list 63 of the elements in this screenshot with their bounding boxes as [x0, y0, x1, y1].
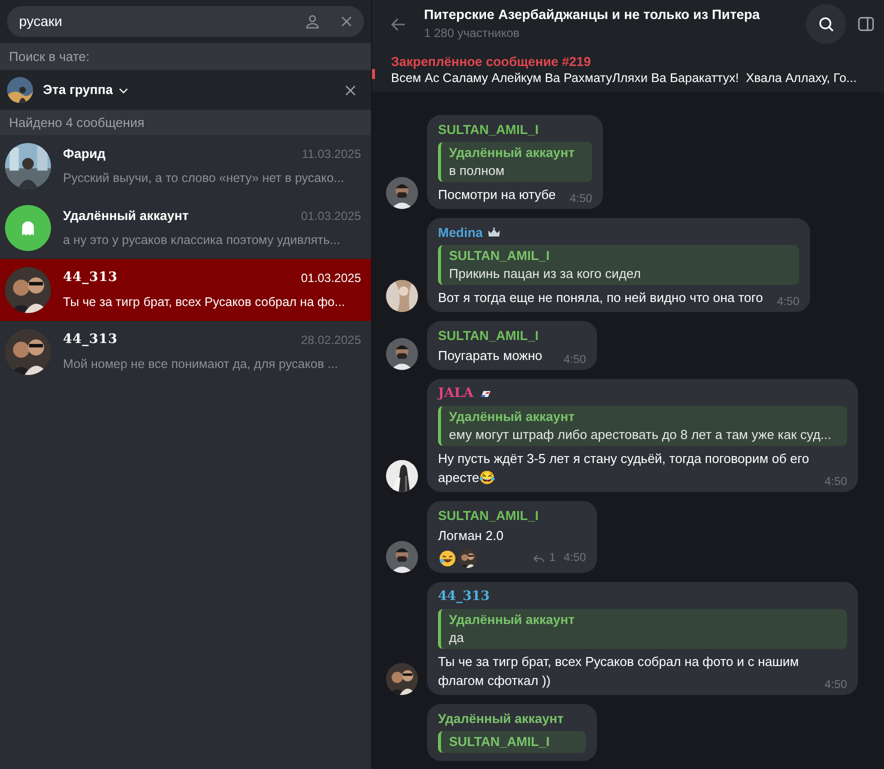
message-text: Вот я тогда еще не поняла, по ней видно что она того	[438, 289, 763, 307]
pinned-message-bar[interactable]: Закреплённое сообщение #219 Всем Ас Саламу Алейкум Ва РахматуЛляхи Ва Баракаттух! Хвала Аллаху, Го...	[372, 48, 884, 92]
sender-name: SULTAN_AMIL_I	[438, 121, 539, 139]
timestamp: 4:50	[564, 550, 586, 566]
sender-name: Medina	[438, 224, 483, 242]
message-snippet: Ты че за тигр брат, всех Русаков собрал на фо...	[63, 294, 346, 312]
reply-text: да	[449, 629, 465, 647]
search-result[interactable]: 44_313 01.03.2025 Ты че за тигр брат, всех Русаков собрал на фо...	[0, 259, 371, 321]
date: 01.03.2025	[300, 270, 361, 287]
reply-quote[interactable]: Удалённый аккаунт в полном	[438, 142, 592, 182]
reply-author: SULTAN_AMIL_I	[449, 733, 551, 751]
reply-author: Удалённый аккаунт	[449, 408, 576, 426]
sidebar-toggle-icon[interactable]	[856, 14, 876, 34]
laughing-emoji-icon[interactable]	[438, 549, 457, 568]
reply-quote[interactable]: SULTAN_AMIL_I	[438, 731, 586, 753]
timestamp: 4:50	[564, 353, 586, 367]
sender-name: 44_313	[438, 588, 490, 606]
sender-name: SULTAN_AMIL_I	[438, 507, 539, 525]
search-button[interactable]	[806, 4, 846, 44]
results-count: Найдено 4 сообщения	[0, 110, 371, 135]
reply-quote[interactable]: Удалённый аккаунт ему могут штраф либо арестовать до 8 лет а там уже как суд...	[438, 406, 847, 446]
sender-name: JALA	[438, 385, 474, 403]
person-icon[interactable]	[304, 13, 321, 30]
search-field[interactable]: русаки	[7, 6, 364, 37]
message-text: Поугарать можно	[438, 347, 544, 365]
timestamp: 4:50	[824, 475, 847, 489]
member-count: 1 280 участников	[424, 25, 521, 42]
timestamp: 4:50	[570, 192, 592, 206]
search-icon	[816, 14, 836, 34]
reply-text: Прикинь пацан из за кого сидел	[449, 265, 642, 283]
message-text: Ну пусть ждёт 3-5 лет я стану судьёй, тогда поговорим об его аресте😂	[438, 450, 810, 487]
reply-count: 1	[549, 550, 556, 566]
scope-dropdown[interactable]: Эта группа	[43, 80, 130, 100]
section-label: Поиск в чате:	[0, 43, 371, 70]
reply-author: Удалённый аккаунт	[449, 611, 576, 629]
message-snippet: Русский выучи, а то слово «нету» нет в русако...	[63, 170, 346, 188]
pinned-text: Всем Ас Саламу Алейкум Ва РахматуЛляхи Ва Баракаттух! Хвала Аллаху, Го...	[391, 70, 857, 87]
contact-name: Удалённый аккаунт	[63, 206, 189, 225]
reply-quote[interactable]: SULTAN_AMIL_I Прикинь пацан из за кого сидел	[438, 245, 800, 285]
message-snippet: а ну это у русаков классика поэтому удивлять...	[63, 232, 342, 250]
chat-title: Питерские Азербайджанцы и не только из Питера	[424, 6, 761, 24]
reply-arrow-icon	[532, 552, 546, 565]
reply-author: SULTAN_AMIL_I	[449, 247, 551, 265]
timestamp: 4:50	[824, 678, 847, 692]
pinned-title: Закреплённое сообщение #219	[391, 53, 592, 70]
contact-name: Фарид	[63, 144, 106, 163]
message-snippet: Мой номер не все понимают да, для русаков ...	[63, 356, 339, 374]
reply-text: в полном	[449, 162, 506, 180]
date: 28.02.2025	[300, 332, 361, 349]
message-text: Логман 2.0	[438, 527, 505, 545]
reply-quote[interactable]: Удалённый аккаунт да	[438, 609, 847, 649]
contact-name: 44_313	[63, 268, 118, 287]
message-text: Посмотри на ютубе	[438, 186, 556, 204]
message-text: Ты че за тигр брат, всех Русаков собрал на фото и с нашим флагом сфоткал ))	[438, 653, 800, 690]
date: 11.03.2025	[302, 146, 361, 163]
sender-name: Удалённый аккаунт	[438, 710, 564, 728]
contact-name: 44_313	[63, 330, 118, 349]
reply-text: ему могут штраф либо арестовать до 8 лет а там уже как суд...	[449, 426, 832, 444]
date: 01.03.2025	[300, 208, 361, 225]
timestamp: 4:50	[776, 295, 800, 309]
sender-name: SULTAN_AMIL_I	[438, 327, 539, 345]
close-icon[interactable]	[339, 14, 354, 29]
reply-author: Удалённый аккаунт	[449, 144, 576, 162]
